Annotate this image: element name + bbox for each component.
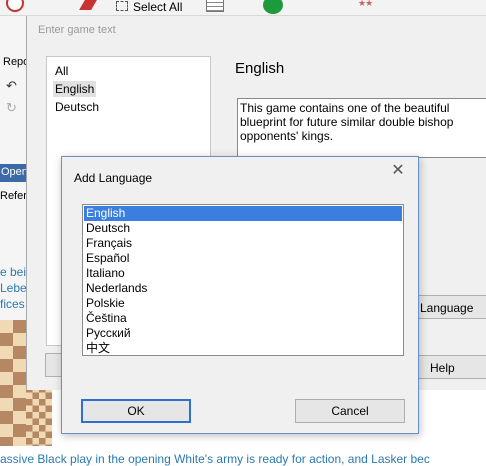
language-item-deutsch[interactable]: Deutsch	[53, 99, 101, 115]
option-english[interactable]: English	[84, 206, 402, 221]
help-button[interactable]: Help	[413, 355, 486, 379]
language-item-all[interactable]: All	[53, 63, 70, 79]
game-text-editor[interactable]: This game contains one of the beautiful …	[237, 98, 486, 158]
ok-button[interactable]: OK	[81, 399, 191, 423]
redo-icon[interactable]: ↻	[6, 100, 17, 116]
undo-icon[interactable]: ↶	[6, 78, 17, 94]
dialog-title: Add Language	[74, 171, 153, 185]
annotation-line: Leber	[0, 281, 26, 295]
select-all-button[interactable]: Select All	[133, 0, 182, 14]
play-icon[interactable]	[263, 0, 283, 14]
text-line: This game contains one of the beautiful	[240, 101, 450, 115]
option-deutsch[interactable]: Deutsch	[84, 221, 402, 236]
annotation-line: fices	[0, 297, 25, 311]
window-title: Enter game text	[38, 24, 116, 36]
game-notes-text: assive Black play in the opening White's…	[0, 452, 430, 466]
option-chinese[interactable]: 中文	[84, 341, 402, 356]
add-language-button[interactable]: Language	[413, 295, 486, 319]
rating-stars-icon[interactable]: ★★	[358, 0, 373, 9]
text-line: blueprint for future similar double bish…	[240, 115, 454, 129]
option-russian[interactable]: Русский	[84, 326, 402, 341]
language-item-english[interactable]: English	[53, 81, 97, 97]
cancel-button[interactable]: Cancel	[295, 399, 405, 423]
record-icon[interactable]	[6, 0, 24, 12]
option-polskie[interactable]: Polskie	[84, 296, 402, 311]
main-toolbar: Select All ★★	[0, 0, 486, 16]
opening-tab[interactable]: Opening	[0, 164, 26, 182]
reference-tab[interactable]: Reference	[0, 190, 26, 202]
add-language-dialog: Add Language ✕ English Deutsch Français …	[61, 156, 419, 434]
pencil-icon[interactable]	[79, 0, 97, 10]
language-heading: English	[235, 60, 285, 77]
annotation-text: e being Leber fices	[0, 264, 26, 312]
option-francais[interactable]: Français	[84, 236, 402, 251]
option-cestina[interactable]: Čeština	[84, 311, 402, 326]
text-line: opponents' kings.	[240, 129, 334, 143]
annotation-line: e being	[0, 265, 26, 279]
close-icon[interactable]: ✕	[388, 162, 408, 182]
list-icon[interactable]	[206, 0, 224, 12]
select-all-icon	[116, 1, 128, 11]
language-options-list[interactable]: English Deutsch Français Español Italian…	[82, 204, 404, 356]
option-nederlands[interactable]: Nederlands	[84, 281, 402, 296]
chess-board-squares	[26, 386, 52, 446]
option-italiano[interactable]: Italiano	[84, 266, 402, 281]
option-espanol[interactable]: Español	[84, 251, 402, 266]
